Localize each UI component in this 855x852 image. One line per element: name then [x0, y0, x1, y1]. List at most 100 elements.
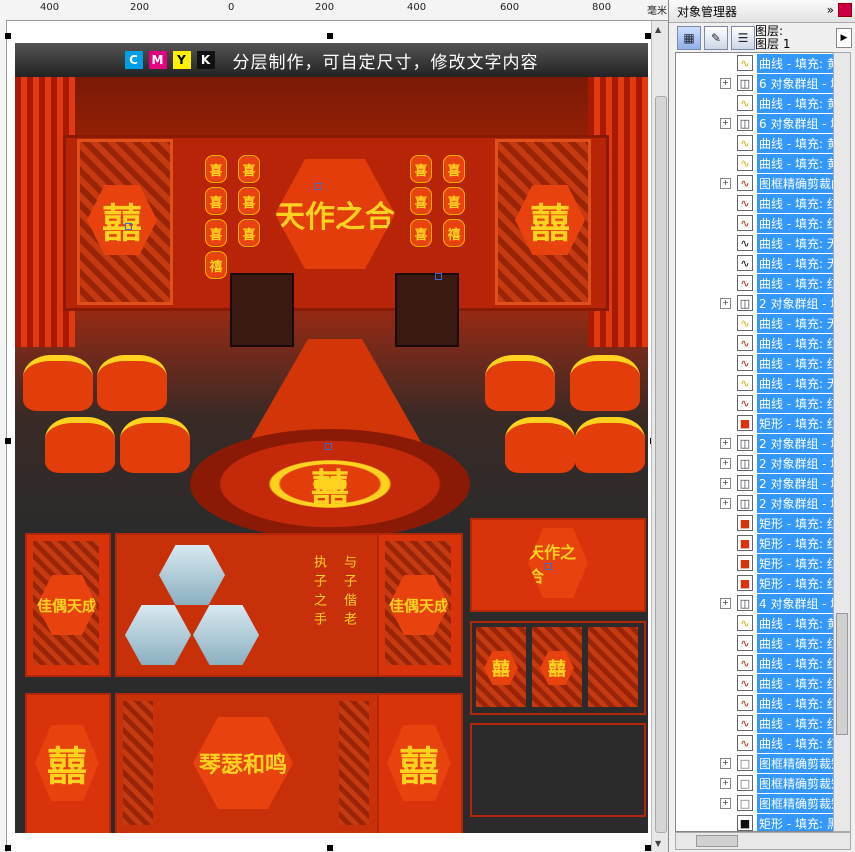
object-tree-row[interactable]: ■ 矩形 - 填充: 黑	[676, 813, 834, 831]
layer-manager-view-icon[interactable]: ☰	[731, 26, 755, 50]
scroll-down-icon[interactable]: ▼	[655, 839, 661, 848]
object-label: 曲线 - 填充: 黄	[757, 93, 834, 113]
object-tree-row[interactable]: ∿ 曲线 - 填充: 无	[676, 373, 834, 393]
object-tree-row[interactable]: ∿ 曲线 - 填充: 红	[676, 673, 834, 693]
panel-zuohe-right[interactable]: 佳偶天成	[377, 533, 463, 677]
object-tree-row[interactable]: ■ 矩形 - 填充: 红	[676, 513, 834, 533]
object-tree-row[interactable]: ∿ 曲线 - 填充: 红	[676, 273, 834, 293]
panel-xi-left[interactable]: 囍	[25, 693, 111, 833]
object-tree-row[interactable]: ∿ 曲线 - 填充: 黄	[676, 93, 834, 113]
object-tree-row[interactable]: ∿ 曲线 - 填充: 红	[676, 333, 834, 353]
expand-icon[interactable]: +	[720, 77, 731, 89]
object-tree-row[interactable]: + ◫2 对象群组 - 填	[676, 453, 834, 473]
close-icon[interactable]	[838, 3, 852, 17]
object-tree-row[interactable]: ∿ 曲线 - 填充: 红	[676, 633, 834, 653]
object-tree-row[interactable]: + ◫2 对象群组 - 填	[676, 433, 834, 453]
selection-handle[interactable]	[5, 438, 11, 444]
horizontal-ruler[interactable]: 400 200 0 200 400 600 800 毫米	[0, 0, 668, 21]
object-tree-row[interactable]: ∿ 曲线 - 填充: 红	[676, 193, 834, 213]
object-tree-row[interactable]: ∿ 曲线 - 填充: 黄	[676, 53, 834, 73]
object-label: 2 对象群组 - 填	[757, 453, 834, 473]
canvas-vertical-scrollbar[interactable]: ▲ ▼	[651, 21, 669, 852]
lantern: 喜	[205, 155, 227, 183]
panel-xi-right[interactable]: 囍	[377, 693, 463, 833]
object-tree-row[interactable]: + ◫2 对象群组 - 填	[676, 493, 834, 513]
object-tree[interactable]: ∿曲线 - 填充: 黄+◫6 对象群组 - 填∿曲线 - 填充: 黄+◫6 对象…	[675, 52, 835, 832]
panel-backdrop-thumb[interactable]: 天作之合	[470, 518, 646, 612]
object-tree-row[interactable]: ∿ 曲线 - 填充: 黄	[676, 133, 834, 153]
object-tree-row[interactable]: ∿ 曲线 - 填充: 红	[676, 353, 834, 373]
rect-red-icon: ■	[737, 415, 753, 431]
selection-handle[interactable]	[327, 33, 333, 39]
selection-node[interactable]	[325, 443, 332, 450]
object-tree-row[interactable]: ■ 矩形 - 填充: 红	[676, 573, 834, 593]
selection-handle[interactable]	[5, 33, 11, 39]
object-tree-row[interactable]: ∿ 曲线 - 填充: 红	[676, 693, 834, 713]
collapse-icon[interactable]: »	[827, 3, 834, 17]
object-tree-row[interactable]: + ∿图框精确剪裁曲	[676, 173, 834, 193]
object-tree-row[interactable]: ∿ 曲线 - 填充: 黄	[676, 613, 834, 633]
wedding-stage-render[interactable]: 囍 囍 喜 喜 喜 禧 喜 喜 喜 喜 喜 喜 喜 喜 禧 天作之合 囍	[15, 77, 648, 539]
selection-handle[interactable]	[327, 845, 333, 851]
object-tree-row[interactable]: + □图框精确剪裁矩	[676, 793, 834, 813]
selection-node[interactable]	[315, 183, 322, 190]
curve-yellow-icon: ∿	[737, 55, 753, 71]
scroll-up-icon[interactable]: ▲	[655, 25, 661, 34]
expand-icon[interactable]: +	[720, 597, 731, 609]
selection-node[interactable]	[435, 273, 442, 280]
lantern: 喜	[410, 155, 432, 183]
expand-icon[interactable]: +	[720, 757, 731, 769]
object-tree-row[interactable]: ∿ 曲线 - 填充: 红	[676, 713, 834, 733]
expand-icon[interactable]: +	[720, 117, 731, 129]
object-label: 矩形 - 填充: 红	[757, 413, 834, 433]
panel-hex-tree[interactable]	[470, 723, 646, 817]
expand-icon[interactable]: +	[720, 477, 731, 489]
object-tree-horizontal-scrollbar[interactable]	[675, 832, 851, 850]
object-tree-row[interactable]: ■ 矩形 - 填充: 红	[676, 413, 834, 433]
object-tree-row[interactable]: ■ 矩形 - 填充: 红	[676, 553, 834, 573]
object-tree-row[interactable]: ∿ 曲线 - 填充: 红	[676, 213, 834, 233]
object-label: 曲线 - 填充: 红	[757, 333, 834, 353]
panel-photo-wall[interactable]: 执子之手 与子偕老	[115, 533, 379, 677]
object-tree-row[interactable]: ∿ 曲线 - 填充: 红	[676, 393, 834, 413]
layer-menu-arrow-icon[interactable]: ▶	[836, 28, 852, 48]
object-tree-row[interactable]: + ◫6 对象群组 - 填	[676, 73, 834, 93]
edit-across-layers-icon[interactable]: ✎	[704, 26, 728, 50]
panel-zuohe-left[interactable]: 佳偶天成	[25, 533, 111, 677]
scroll-thumb[interactable]	[655, 96, 667, 833]
expand-icon[interactable]: +	[720, 777, 731, 789]
ruler-unit: 毫米	[647, 6, 667, 17]
object-tree-row[interactable]: + □图框精确剪裁矩	[676, 773, 834, 793]
selection-handle[interactable]	[5, 845, 11, 851]
expand-icon[interactable]: +	[720, 297, 731, 309]
expand-icon[interactable]: +	[720, 437, 731, 449]
object-tree-row[interactable]: ∿ 曲线 - 填充: 黄	[676, 153, 834, 173]
expand-icon[interactable]: +	[720, 497, 731, 509]
object-tree-row[interactable]: ∿ 曲线 - 填充: 红	[676, 653, 834, 673]
object-tree-vertical-scrollbar[interactable]	[833, 52, 851, 832]
object-tree-row[interactable]: ∿ 曲线 - 填充: 红	[676, 733, 834, 753]
object-tree-row[interactable]: ∿ 曲线 - 填充: 无	[676, 233, 834, 253]
object-tree-row[interactable]: + ◫6 对象群组 - 填	[676, 113, 834, 133]
show-properties-icon[interactable]: ▦	[677, 26, 701, 50]
panel-screens-thumb[interactable]: 囍 囍	[470, 621, 646, 715]
object-tree-row[interactable]: + □图框精确剪裁矩	[676, 753, 834, 773]
vertical-ruler[interactable]	[0, 20, 7, 852]
object-label: 图框精确剪裁矩	[757, 753, 834, 773]
object-tree-row[interactable]: ∿ 曲线 - 填充: 无	[676, 313, 834, 333]
object-tree-row[interactable]: + ◫2 对象群组 - 填	[676, 293, 834, 313]
scroll-thumb[interactable]	[836, 613, 848, 735]
panel-qinse[interactable]: 琴瑟和鸣	[115, 693, 379, 833]
object-tree-row[interactable]: ■ 矩形 - 填充: 红	[676, 533, 834, 553]
expand-icon[interactable]: +	[720, 797, 731, 809]
scroll-thumb[interactable]	[696, 835, 738, 847]
docker-title-bar[interactable]: 对象管理器 »	[669, 0, 855, 23]
object-tree-row[interactable]: ∿ 曲线 - 填充: 无	[676, 253, 834, 273]
selection-node[interactable]	[545, 563, 552, 570]
expand-icon[interactable]: +	[720, 457, 731, 469]
selection-node[interactable]	[125, 223, 132, 230]
object-tree-row[interactable]: + ◫4 对象群组 - 填	[676, 593, 834, 613]
artboard[interactable]: C M Y K 分层制作，可自定尺寸，修改文字内容 囍 囍 喜 喜 喜 禧 喜 …	[15, 43, 648, 833]
object-tree-row[interactable]: + ◫2 对象群组 - 填	[676, 473, 834, 493]
expand-icon[interactable]: +	[720, 177, 731, 189]
